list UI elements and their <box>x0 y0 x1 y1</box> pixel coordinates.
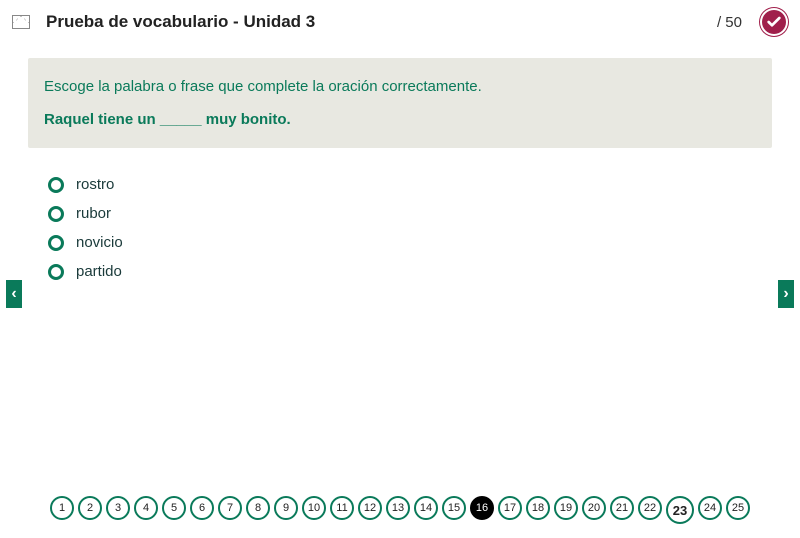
score-total: / 50 <box>717 14 742 31</box>
option-label: partido <box>76 263 122 280</box>
envelope-icon[interactable] <box>12 15 30 29</box>
check-icon <box>766 14 782 30</box>
prev-button[interactable]: ‹ <box>6 280 22 308</box>
page-dot-11[interactable]: 11 <box>330 496 354 520</box>
page-dot-20[interactable]: 20 <box>582 496 606 520</box>
page-dot-18[interactable]: 18 <box>526 496 550 520</box>
page-dot-21[interactable]: 21 <box>610 496 634 520</box>
radio-icon <box>48 264 64 280</box>
pagination: 1234567891011121314151617181920212223242… <box>0 496 800 524</box>
radio-icon <box>48 235 64 251</box>
page-dot-6[interactable]: 6 <box>190 496 214 520</box>
option-label: rubor <box>76 205 111 222</box>
submit-check-button[interactable] <box>760 8 788 36</box>
page-dot-17[interactable]: 17 <box>498 496 522 520</box>
chevron-left-icon: ‹ <box>11 285 16 303</box>
instruction-text: Escoge la palabra o frase que complete l… <box>44 78 756 95</box>
answer-options: rostro rubor novicio partido <box>48 176 800 280</box>
next-button[interactable]: › <box>778 280 794 308</box>
radio-icon <box>48 177 64 193</box>
page-dot-1[interactable]: 1 <box>50 496 74 520</box>
option-row[interactable]: rostro <box>48 176 800 193</box>
page-dot-15[interactable]: 15 <box>442 496 466 520</box>
option-label: rostro <box>76 176 114 193</box>
page-dot-4[interactable]: 4 <box>134 496 158 520</box>
option-row[interactable]: rubor <box>48 205 800 222</box>
question-panel: Escoge la palabra o frase que complete l… <box>28 58 772 148</box>
page-dot-16[interactable]: 16 <box>470 496 494 520</box>
page-dot-8[interactable]: 8 <box>246 496 270 520</box>
page-dot-22[interactable]: 22 <box>638 496 662 520</box>
page-dot-12[interactable]: 12 <box>358 496 382 520</box>
page-dot-23[interactable]: 23 <box>666 496 694 524</box>
page-dot-2[interactable]: 2 <box>78 496 102 520</box>
page-dot-25[interactable]: 25 <box>726 496 750 520</box>
page-dot-5[interactable]: 5 <box>162 496 186 520</box>
page-dot-3[interactable]: 3 <box>106 496 130 520</box>
question-prompt: Raquel tiene un _____ muy bonito. <box>44 111 756 128</box>
page-dot-7[interactable]: 7 <box>218 496 242 520</box>
option-label: novicio <box>76 234 123 251</box>
option-row[interactable]: novicio <box>48 234 800 251</box>
page-dot-10[interactable]: 10 <box>302 496 326 520</box>
page-dot-9[interactable]: 9 <box>274 496 298 520</box>
page-dot-19[interactable]: 19 <box>554 496 578 520</box>
option-row[interactable]: partido <box>48 263 800 280</box>
radio-icon <box>48 206 64 222</box>
page-dot-24[interactable]: 24 <box>698 496 722 520</box>
page-dot-13[interactable]: 13 <box>386 496 410 520</box>
chevron-right-icon: › <box>783 285 788 303</box>
page-title: Prueba de vocabulario - Unidad 3 <box>46 12 705 32</box>
page-dot-14[interactable]: 14 <box>414 496 438 520</box>
